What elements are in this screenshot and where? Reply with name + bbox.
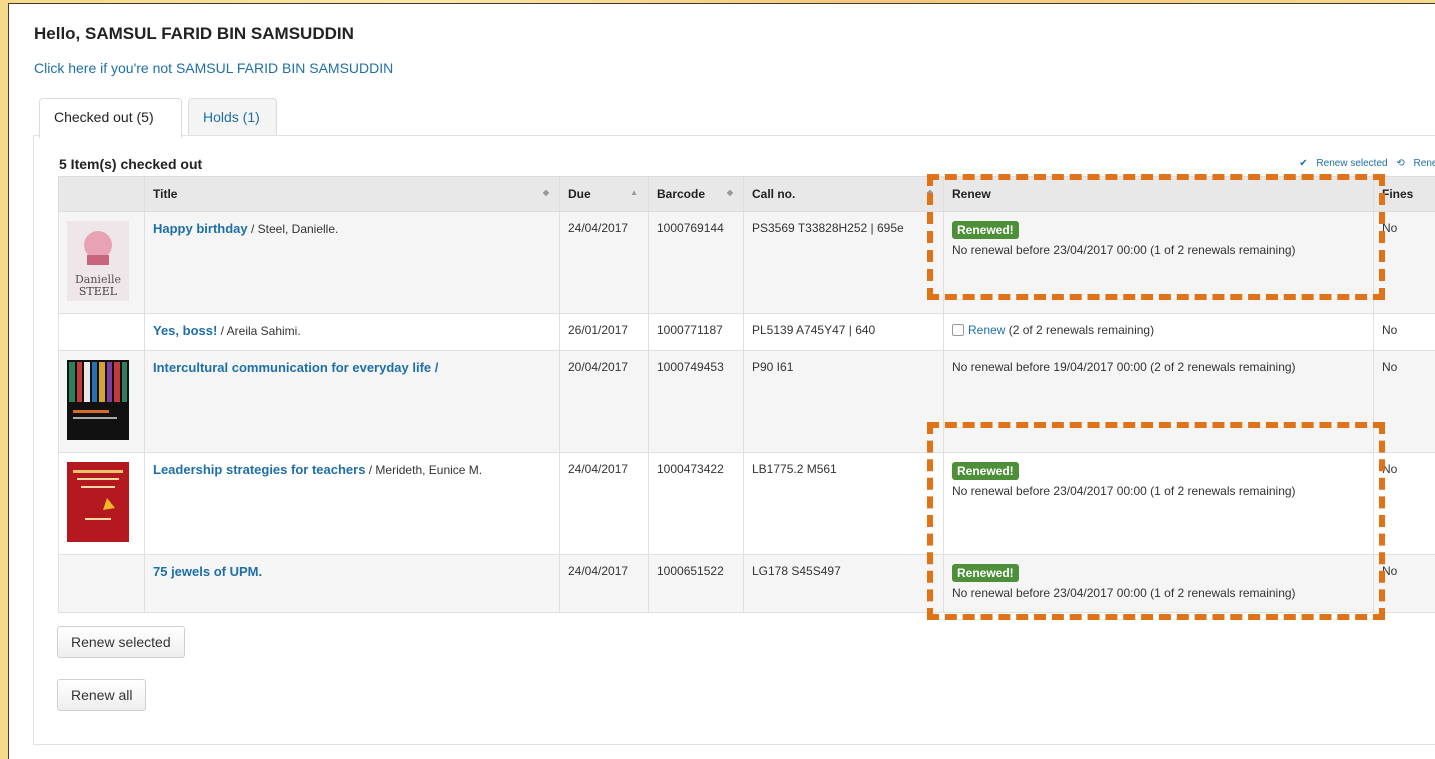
striped-book-cover	[67, 360, 129, 440]
red-book-cover	[67, 462, 129, 542]
title-link[interactable]: 75 jewels of UPM.	[153, 564, 262, 579]
title-cell: Yes, boss! / Areila Sahimi.	[144, 313, 560, 351]
table-row: Yes, boss! / Areila Sahimi. 26/01/2017 1…	[58, 313, 1435, 351]
table-row: Intercultural communication for everyday…	[58, 350, 1435, 453]
greeting-heading: Hello, SAMSUL FARID BIN SAMSUDDIN	[34, 24, 354, 43]
checked-out-table: Title ◆ Due ▲ Barcode ◆ Call no. ◆ Renew Fin…	[58, 176, 1435, 613]
barcode-cell: 1000771187	[648, 313, 744, 351]
title-column-header[interactable]: Title ◆	[144, 176, 560, 212]
fines-cell: No	[1373, 313, 1435, 351]
not-me-link[interactable]: Click here if you're not SAMSUL FARID BI…	[34, 60, 393, 76]
renew-cell: Renewed! No renewal before 23/04/2017 00:…	[943, 554, 1374, 613]
cover-cell: Danielle STEEL	[58, 211, 145, 314]
due-column-header[interactable]: Due ▲	[559, 176, 649, 212]
table-row: Danielle STEEL Happy birthday / Steel, D…	[58, 211, 1435, 314]
callno-cell: PS3569 T33828H252 | 695e	[743, 211, 944, 314]
callno-cell: PL5139 A745Y47 | 640	[743, 313, 944, 351]
due-cell: 24/04/2017	[559, 452, 649, 555]
tab-holds[interactable]: Holds (1)	[188, 98, 277, 137]
title-link[interactable]: Happy birthday	[153, 221, 248, 236]
title-link[interactable]: Leadership strategies for teachers	[153, 462, 365, 477]
due-cell: 26/01/2017	[559, 313, 649, 351]
title-cell: Leadership strategies for teachers / Mer…	[144, 452, 560, 555]
barcode-cell: 1000769144	[648, 211, 744, 314]
author-text: / Steel, Danielle.	[247, 222, 339, 236]
barcode-cell: 1000651522	[648, 554, 744, 613]
table-header-row: Title ◆ Due ▲ Barcode ◆ Call no. ◆ Renew Fin…	[58, 176, 1435, 212]
renew-note: No renewal before 23/04/2017 00:00 (1 of…	[952, 243, 1296, 257]
title-cell: 75 jewels of UPM.	[144, 554, 560, 613]
table-row: Leadership strategies for teachers / Mer…	[58, 452, 1435, 555]
renew-selected-button[interactable]: Renew selected	[57, 626, 185, 658]
renew-note: No renewal before 23/04/2017 00:00 (1 of…	[952, 484, 1296, 498]
renew-note: No renewal before 19/04/2017 00:00 (2 of…	[952, 360, 1296, 374]
cover-cell	[58, 554, 145, 613]
barcode-cell: 1000473422	[648, 452, 744, 555]
top-actions: ✔ Renew selected ⟲ Renew a	[1293, 158, 1435, 169]
fines-cell: No	[1373, 554, 1435, 613]
fines-column-header[interactable]: Fines	[1373, 176, 1435, 212]
renew-note: No renewal before 23/04/2017 00:00 (1 of…	[952, 586, 1296, 600]
due-cell: 24/04/2017	[559, 211, 649, 314]
checked-out-panel: 5 Item(s) checked out ✔ Renew selected ⟲…	[33, 135, 1435, 745]
renew-cell: Renewed! No renewal before 23/04/2017 00:…	[943, 211, 1374, 314]
renew-note: (2 of 2 renewals remaining)	[1005, 323, 1155, 337]
cover-column-header	[58, 176, 145, 212]
sort-icon: ◆	[542, 188, 549, 197]
title-link[interactable]: Intercultural communication for everyday…	[153, 360, 438, 375]
sort-icon: ◆	[726, 188, 733, 197]
panel-title: 5 Item(s) checked out	[59, 156, 203, 172]
fines-cell: No	[1373, 350, 1435, 453]
renew-all-link[interactable]: Renew a	[1414, 158, 1435, 169]
callno-cell: LB1775.2 M561	[743, 452, 944, 555]
renew-checkbox[interactable]	[952, 324, 964, 336]
table-row: 75 jewels of UPM. 24/04/2017 1000651522 …	[58, 554, 1435, 613]
renew-cell: Renewed! No renewal before 23/04/2017 00:…	[943, 452, 1374, 555]
title-link[interactable]: Yes, boss!	[153, 323, 217, 338]
renewed-badge: Renewed!	[952, 564, 1019, 582]
fines-cell: No	[1373, 211, 1435, 314]
renewed-badge: Renewed!	[952, 221, 1019, 239]
renew-selected-link[interactable]: Renew selected	[1316, 158, 1387, 169]
fines-cell: No	[1373, 452, 1435, 555]
due-cell: 20/04/2017	[559, 350, 649, 453]
renew-column-header: Renew	[943, 176, 1374, 212]
cover-cell	[58, 350, 145, 453]
tab-checked-out[interactable]: Checked out (5)	[39, 98, 182, 138]
barcode-column-header[interactable]: Barcode ◆	[648, 176, 744, 212]
renewed-badge: Renewed!	[952, 462, 1019, 480]
page-frame: Hello, SAMSUL FARID BIN SAMSUDDIN Click …	[8, 3, 1435, 759]
cover-cell	[58, 313, 145, 351]
callno-cell: P90 I61	[743, 350, 944, 453]
check-icon: ✔	[1299, 158, 1308, 169]
pink-book-cover: Danielle STEEL	[67, 221, 129, 301]
sort-icon: ◆	[926, 188, 933, 197]
cover-cell	[58, 452, 145, 555]
sort-asc-icon: ▲	[630, 188, 638, 197]
author-text: / Merideth, Eunice M.	[365, 463, 483, 477]
renew-all-button[interactable]: Renew all	[57, 679, 147, 711]
renew-cell: Renew (2 of 2 renewals remaining)	[943, 313, 1374, 351]
author-text: / Areila Sahimi.	[217, 324, 301, 338]
callno-column-header[interactable]: Call no. ◆	[743, 176, 944, 212]
renew-all-icon: ⟲	[1396, 158, 1405, 169]
renew-cell: No renewal before 19/04/2017 00:00 (2 of…	[943, 350, 1374, 453]
due-cell: 24/04/2017	[559, 554, 649, 613]
title-cell: Happy birthday / Steel, Danielle.	[144, 211, 560, 314]
callno-cell: LG178 S45S497	[743, 554, 944, 613]
svg-text:STEEL: STEEL	[79, 285, 118, 298]
renew-link[interactable]: Renew	[968, 323, 1005, 337]
barcode-cell: 1000749453	[648, 350, 744, 453]
title-cell: Intercultural communication for everyday…	[144, 350, 560, 453]
